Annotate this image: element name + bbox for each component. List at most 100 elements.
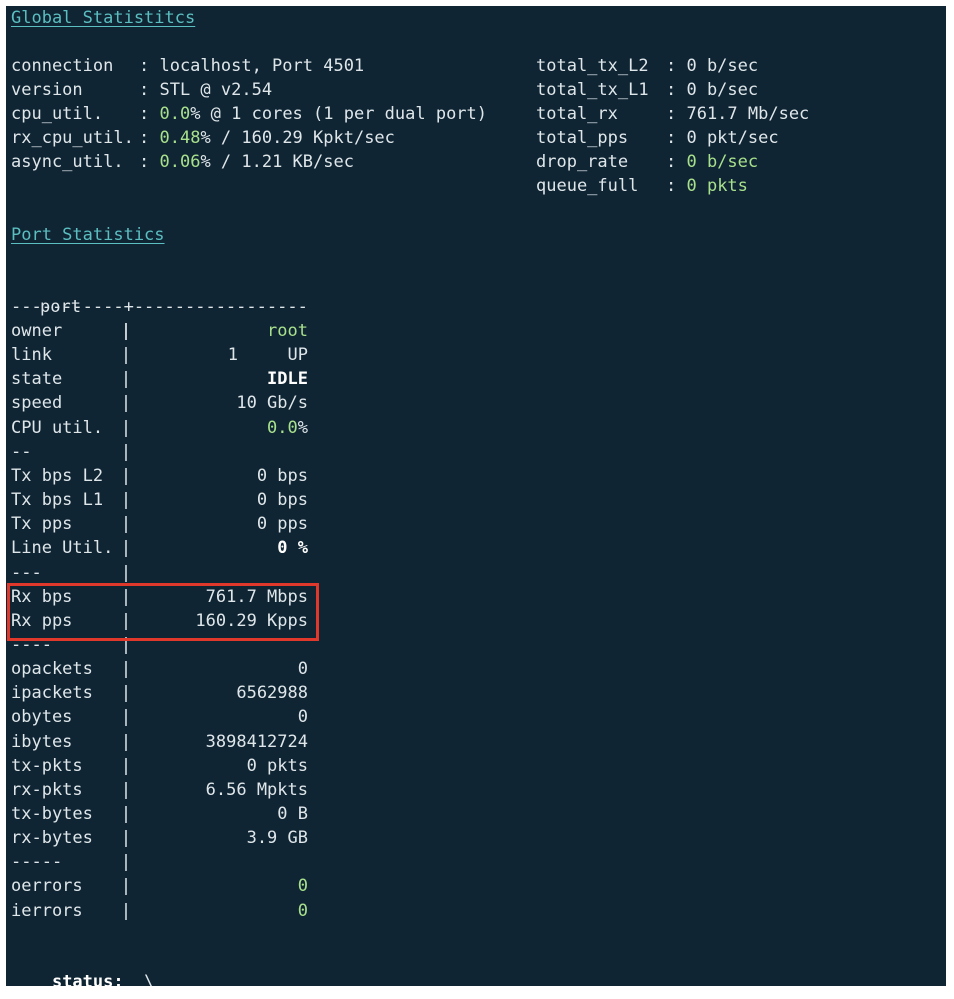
port-stat-row: Tx bps L1 | 0 bps (6, 488, 326, 512)
status-line: status: \ (11, 946, 154, 986)
port-stat-row: ipackets | 6562988 (6, 681, 326, 705)
port-stat-row: -- | (6, 440, 326, 464)
port-stat-row: tx-bytes | 0 B (6, 802, 326, 826)
status-spinner: \ (144, 972, 155, 986)
port-stat-label: owner (11, 321, 63, 341)
port-stat-row: CPU util. | 0.0% (6, 416, 326, 440)
stat-value-text: : STL @ v2.54 (139, 80, 273, 100)
stat-value-highlight: 0 pkts (686, 176, 748, 196)
port-stat-value-text: 0.0 (267, 417, 298, 438)
stat-value-prefix: : (666, 176, 687, 196)
port-stat-value: 6.56 Mpkts (128, 778, 308, 802)
port-stat-label: speed (11, 393, 63, 414)
port-stat-value: 10 Gb/s (128, 391, 308, 415)
port-stat-value: 3898412724 (128, 730, 308, 754)
global-stats-heading: Global Statistitcs (11, 8, 196, 28)
port-stat-value-text: 0 (297, 659, 308, 680)
port-stat-value-text: 10 Gb/s (236, 393, 308, 414)
port-stat-row: link | UP (6, 343, 326, 367)
column-separator: | (120, 562, 132, 583)
port-stat-value: 0 bps (128, 464, 308, 488)
port-stat-value-suffix: % (297, 417, 308, 438)
port-stat-value-text: IDLE (267, 369, 308, 390)
stat-value-suffix: % / 160.29 Kpkt/sec (200, 128, 395, 148)
port-stat-value-text: 0 (297, 900, 308, 921)
port-stat-label: ierrors (11, 900, 83, 921)
port-stat-row: Tx pps | 0 pps (6, 512, 326, 536)
port-stat-row: rx-bytes | 3.9 GB (6, 826, 326, 850)
port-stat-row: ibytes | 3898412724 (6, 730, 326, 754)
port-stat-row: state | IDLE (6, 367, 326, 391)
stat-key: total_rx (536, 104, 618, 124)
port-stat-row: ierrors | 0 (6, 899, 326, 923)
stat-key: drop_rate (536, 152, 629, 172)
port-stat-row: Line Util. | 0 % (6, 536, 326, 560)
port-stat-value-text: 0 bps (256, 465, 308, 486)
port-stat-value-text: 0 pps (256, 514, 308, 535)
port-table-header: port | 1 (6, 271, 238, 365)
stat-value-prefix: : (139, 152, 160, 172)
stat-value: : 0.0% @ 1 cores (1 per dual port) (139, 102, 487, 126)
stat-value-prefix: : (139, 104, 160, 124)
port-stat-value: 0.0% (128, 416, 308, 440)
stat-value-prefix: : 0 b/sec (666, 80, 759, 100)
stat-key: rx_cpu_util. (11, 128, 134, 148)
port-stat-value-text: 3.9 GB (246, 828, 308, 849)
port-stat-label: Tx pps (11, 514, 73, 535)
port-stat-row: rx-pkts | 6.56 Mpkts (6, 778, 326, 802)
port-stat-label: CPU util. (11, 417, 104, 438)
port-stat-label: rx-bytes (11, 828, 93, 849)
stat-value: : 761.7 Mb/sec (666, 102, 809, 126)
stat-value: : 0 pkts (666, 174, 748, 198)
port-stat-value-text: 6.56 Mpkts (205, 779, 308, 800)
port-stat-value: 0 bps (128, 488, 308, 512)
port-stat-label: -- (11, 441, 32, 462)
port-stat-row: Tx bps L2 | 0 bps (6, 464, 326, 488)
port-stat-row: oerrors | 0 (6, 874, 326, 898)
stat-value-highlight: 0.0 (159, 104, 191, 124)
port-stat-value: 0 (128, 705, 308, 729)
port-stat-value: 0 pps (128, 512, 308, 536)
port-stat-value: 0 pkts (128, 754, 308, 778)
stat-value: : 0 b/sec (666, 78, 758, 102)
port-stat-row: ----- | (6, 850, 326, 874)
stat-value: : 0 pkt/sec (666, 126, 779, 150)
port-stat-value: 0 (128, 874, 308, 898)
port-stat-label: rx-pkts (11, 779, 83, 800)
stat-value: : 0 b/sec (666, 54, 758, 78)
port-stat-label: --- (11, 562, 42, 583)
stat-value-prefix: : 0 b/sec (666, 56, 759, 76)
port-stat-row: obytes | 0 (6, 705, 326, 729)
port-stat-row: --- | (6, 561, 326, 585)
port-stat-value: UP (128, 343, 308, 367)
port-stat-value-text: 6562988 (236, 683, 308, 704)
port-stat-value: 0 (128, 657, 308, 681)
stat-value-text: : localhost, Port 4501 (139, 56, 365, 76)
port-stat-label: tx-bytes (11, 804, 93, 824)
port-stat-value: root (128, 319, 308, 343)
port-stat-row: opackets | 0 (6, 657, 326, 681)
stat-value-highlight: 0.06 (159, 152, 201, 172)
port-stat-label: Line Util. (11, 538, 114, 559)
port-stat-label: Tx bps L1 (11, 490, 104, 511)
port-stat-label: state (11, 369, 63, 390)
port-stat-value-text: 0 (297, 707, 308, 728)
column-separator: | (120, 852, 132, 873)
stat-value-suffix: % / 1.21 KB/sec (200, 152, 354, 172)
port-stats-heading: Port Statistics (11, 225, 165, 245)
stat-key: queue_full (536, 176, 639, 196)
port-table-divider: -----------+----------------- (11, 297, 308, 317)
port-stat-label: ibytes (11, 731, 73, 752)
port-stat-row: owner | root (6, 319, 326, 343)
stat-value-prefix: : 0 pkt/sec (666, 128, 779, 148)
port-stat-value: IDLE (128, 367, 308, 391)
port-stat-row: speed | 10 Gb/s (6, 391, 326, 415)
port-stat-value-text: root (267, 321, 308, 341)
port-stat-label: opackets (11, 659, 93, 680)
port-stat-value-text: 0 (297, 876, 308, 897)
stat-key: async_util. (11, 152, 124, 172)
column-separator: | (120, 441, 132, 462)
port-stat-value: 0 B (128, 802, 308, 826)
terminal-window[interactable]: Global Statistitcs connection: localhost… (6, 6, 946, 986)
port-stat-value-text: UP (287, 345, 308, 366)
